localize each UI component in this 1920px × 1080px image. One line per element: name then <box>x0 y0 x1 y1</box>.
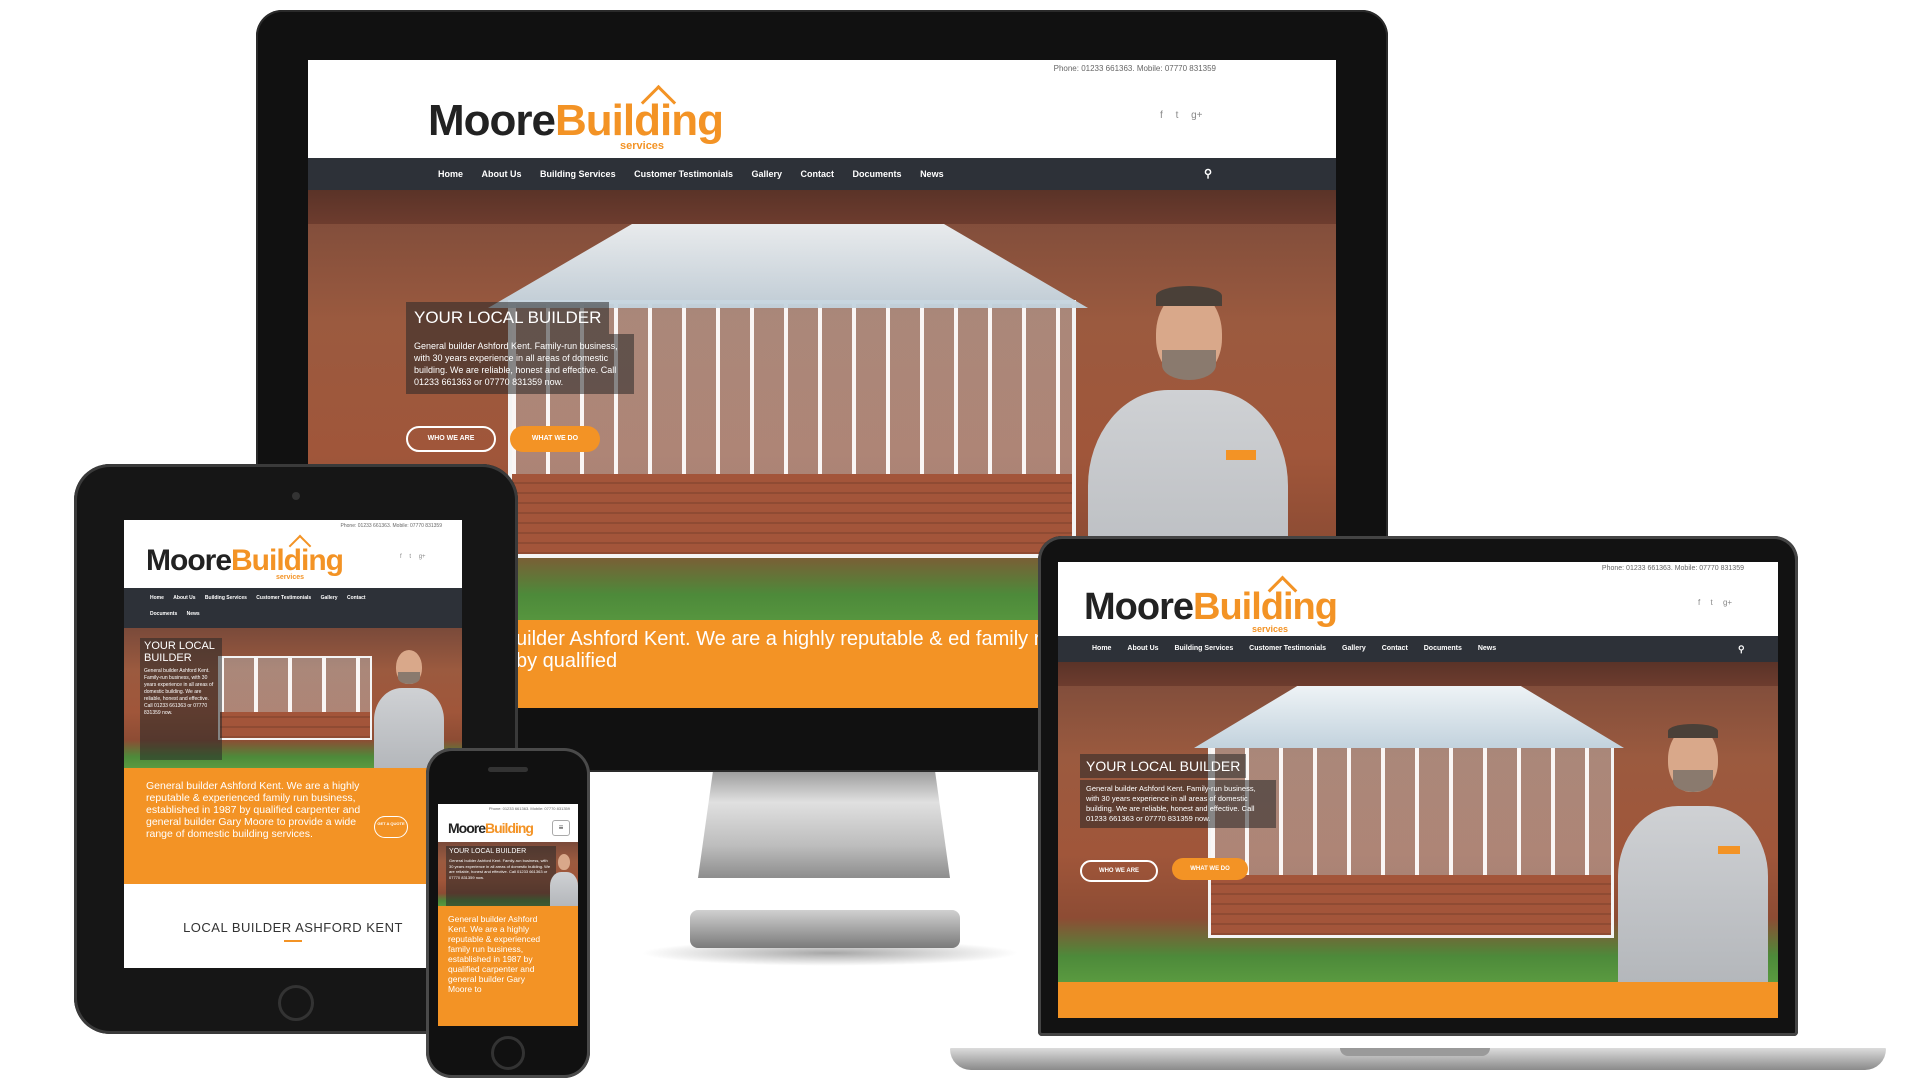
phone-home-button[interactable] <box>491 1036 525 1070</box>
googleplus-icon[interactable]: g+ <box>1723 598 1732 607</box>
main-nav: Home About Us Building Services Customer… <box>1058 636 1778 662</box>
googleplus-icon[interactable]: g+ <box>419 554 426 560</box>
get-quote-button[interactable]: GET A QUOTE <box>374 816 408 838</box>
site-header: MooreBuilding ≡ <box>438 814 578 842</box>
facebook-icon[interactable]: f <box>400 554 402 560</box>
twitter-icon[interactable]: t <box>1176 110 1179 121</box>
hero-text: General builder Ashford Kent. Family-run… <box>406 334 634 394</box>
intro-text: General builder Ashford Kent. We are a h… <box>146 780 361 840</box>
phone-bar: Phone: 01233 661363. Mobile: 07770 83135… <box>308 60 1336 78</box>
twitter-icon[interactable]: t <box>1710 598 1712 607</box>
nav-documents[interactable]: Documents <box>853 158 902 190</box>
hero-banner: YOUR LOCAL BUILDER General builder Ashfo… <box>438 842 578 906</box>
intro-text: General builder Ashford Kent. We are a h… <box>448 914 541 994</box>
intro-band: General builder Ashford Kent. We are a h… <box>438 906 578 1026</box>
hero-text: General builder Ashford Kent. Family-run… <box>449 858 551 880</box>
hero-panel: YOUR LOCAL BUILDER General builder Ashfo… <box>446 846 556 906</box>
nav-gallery[interactable]: Gallery <box>751 158 782 190</box>
house-roof <box>308 190 1336 224</box>
hero-title: YOUR LOCAL BUILDER <box>1080 754 1247 778</box>
hero-title: YOUR LOCAL BUILDER <box>449 848 527 855</box>
hero-banner: YOUR LOCAL BUILDER General builder Ashfo… <box>124 628 462 768</box>
builder-photo <box>550 848 578 906</box>
nav-news[interactable]: News <box>920 158 944 190</box>
imac-stand <box>698 770 950 878</box>
conservatory-roof <box>1194 686 1624 748</box>
facebook-icon[interactable]: f <box>1160 110 1163 121</box>
builder-photo <box>1618 696 1768 982</box>
nav-services[interactable]: Building Services <box>540 158 616 190</box>
phone-bar: Phone: 01233 661363. Mobile: 07770 83135… <box>438 804 578 814</box>
intro-band <box>1058 982 1778 1018</box>
search-icon[interactable]: ⚲ <box>1204 158 1212 190</box>
what-we-do-button[interactable]: WHAT WE DO <box>1172 858 1248 880</box>
hero-text: General builder Ashford Kent. Family-run… <box>144 668 214 716</box>
menu-icon[interactable]: ≡ <box>552 820 570 836</box>
what-we-do-button[interactable]: WHAT WE DO <box>510 426 600 452</box>
googleplus-icon[interactable]: g+ <box>1191 110 1202 121</box>
contact-phone: Phone: 01233 661363. Mobile: 07770 83135… <box>1053 64 1216 73</box>
site-logo[interactable]: MooreBuilding services <box>1084 575 1338 634</box>
phone-screen: Phone: 01233 661363. Mobile: 07770 83135… <box>438 804 578 1026</box>
hero-title: YOUR LOCAL BUILDER <box>144 640 215 664</box>
hero-text: General builder Ashford Kent. Family-run… <box>1080 780 1276 828</box>
nav-contact[interactable]: Contact <box>801 158 835 190</box>
nav-home[interactable]: Home <box>438 158 463 190</box>
imac-foot <box>690 910 960 948</box>
tablet-home-button[interactable] <box>278 985 314 1021</box>
conservatory-image <box>218 656 372 740</box>
social-links: f t g+ <box>1698 598 1732 607</box>
phone-bar: Phone: 01233 661363. Mobile: 07770 83135… <box>1058 562 1778 576</box>
phone-speaker <box>488 767 528 772</box>
site-header: MooreBuilding services f t g+ <box>1058 575 1778 636</box>
conservatory-roof <box>488 224 1088 308</box>
site-logo[interactable]: MooreBuilding services <box>428 84 724 152</box>
social-links: f t g+ <box>1160 110 1203 121</box>
main-nav: Home About Us Building Services Customer… <box>124 588 462 628</box>
house-roof <box>1058 662 1778 686</box>
twitter-icon[interactable]: t <box>409 554 411 560</box>
social-links: f t g+ <box>400 554 426 560</box>
tablet-screen: Phone: 01233 661363. Mobile: 07770 83135… <box>124 520 462 968</box>
laptop-notch <box>1340 1048 1490 1056</box>
conservatory-image <box>1208 742 1614 938</box>
heading-divider <box>284 940 302 942</box>
site-header: MooreBuilding services f t g+ <box>308 78 1336 158</box>
builder-photo <box>374 642 444 768</box>
site-logo[interactable]: MooreBuilding <box>448 820 534 836</box>
tablet-camera <box>292 492 300 500</box>
laptop-screen: Phone: 01233 661363. Mobile: 07770 83135… <box>1058 562 1778 1018</box>
who-we-are-button[interactable]: WHO WE ARE <box>1080 860 1158 882</box>
main-nav: Home About Us Building Services Customer… <box>308 158 1336 190</box>
hero-banner: YOUR LOCAL BUILDER General builder Ashfo… <box>1058 662 1778 982</box>
search-icon[interactable]: ⚲ <box>1738 636 1745 662</box>
phone-bar: Phone: 01233 661363. Mobile: 07770 83135… <box>124 520 462 532</box>
site-logo[interactable]: MooreBuilding services <box>146 534 344 581</box>
hero-panel: YOUR LOCAL BUILDER General builder Ashfo… <box>140 638 222 760</box>
nav-about[interactable]: About Us <box>482 158 522 190</box>
intro-band: General builder Ashford Kent. We are a h… <box>124 768 462 884</box>
facebook-icon[interactable]: f <box>1698 598 1700 607</box>
section-heading: LOCAL BUILDER ASHFORD KENT <box>183 920 403 935</box>
who-we-are-button[interactable]: WHO WE ARE <box>406 426 496 452</box>
nav-testimonials[interactable]: Customer Testimonials <box>634 158 733 190</box>
hero-title: YOUR LOCAL BUILDER <box>406 302 610 334</box>
site-header: MooreBuilding services f t g+ <box>124 532 462 588</box>
